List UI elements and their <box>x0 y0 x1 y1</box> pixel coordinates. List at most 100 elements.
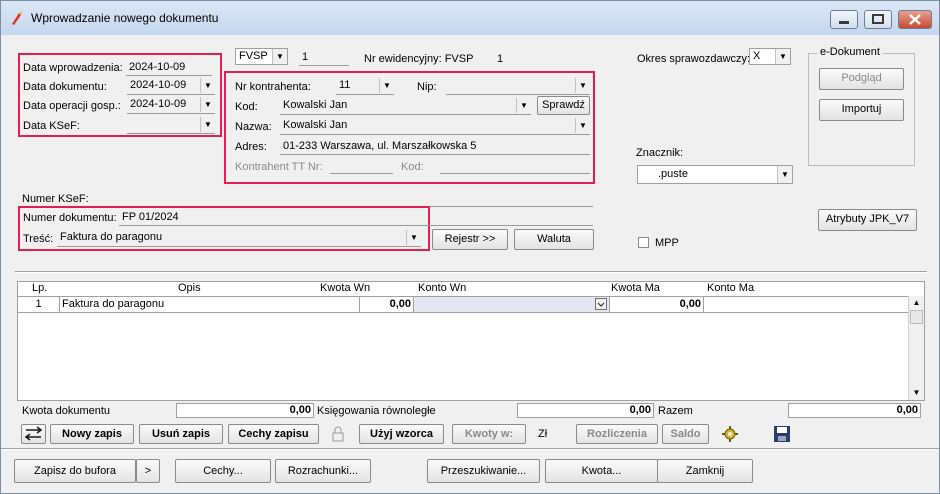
save-icon[interactable] <box>773 425 791 443</box>
edocument-group-label: e-Dokument <box>817 46 883 58</box>
nip-label: Nip: <box>417 81 437 93</box>
features-button[interactable]: Cechy... <box>175 459 271 483</box>
jpk-attributes-button[interactable]: Atrybuty JPK_V7 <box>818 209 917 231</box>
arrows-icon <box>24 426 42 441</box>
ksef-number-label: Numer KSeF: <box>22 193 89 205</box>
new-entry-button[interactable]: Nowy zapis <box>50 424 134 444</box>
marker-select[interactable]: .puste ▼ <box>637 165 793 184</box>
chevron-down-icon[interactable]: ▼ <box>575 78 590 93</box>
kod-value: Kowalski Jan <box>283 99 348 111</box>
use-template-button[interactable]: Użyj wzorca <box>359 424 444 444</box>
minimize-icon <box>839 21 849 24</box>
cell-kwota-ma[interactable]: 0,00 <box>610 297 704 312</box>
marker-label: Znacznik: <box>636 147 684 159</box>
chevron-down-icon[interactable]: ▼ <box>406 230 421 245</box>
content-select[interactable]: Faktura do paragonu ▼ <box>57 230 421 247</box>
title-bar: Wprowadzanie nowego dokumentu <box>1 1 939 35</box>
scroll-up-icon[interactable]: ▲ <box>909 296 924 310</box>
lookup-icon[interactable] <box>595 298 607 310</box>
padlock-icon[interactable] <box>331 426 345 442</box>
contractor-nr-label: Nr kontrahenta: <box>235 81 311 93</box>
kod-select[interactable]: Kowalski Jan ▼ <box>280 98 531 115</box>
chevron-down-icon[interactable]: ▼ <box>775 49 790 64</box>
entry-date-label: Data wprowadzenia: <box>23 62 123 74</box>
name-label: Nazwa: <box>235 121 272 133</box>
kod-label: Kod: <box>235 101 258 113</box>
doc-date-picker[interactable]: 2024-10-09 ▼ <box>127 78 215 95</box>
gear-icon[interactable] <box>721 425 739 443</box>
chevron-down-icon[interactable]: ▼ <box>777 166 792 183</box>
expand-button[interactable] <box>21 424 46 444</box>
balance-button[interactable]: Saldo <box>662 424 709 444</box>
maximize-button[interactable] <box>864 10 892 29</box>
form-body: Data wprowadzenia: 2024-10-09 Data dokum… <box>1 35 939 487</box>
doc-date-value: 2024-10-09 <box>130 79 187 91</box>
col-header-lp: Lp. <box>32 282 48 294</box>
mpp-checkbox[interactable] <box>638 237 649 248</box>
register-button[interactable]: Rejestr >> <box>432 229 508 250</box>
delete-entry-button[interactable]: Usuń zapis <box>139 424 223 444</box>
total-value: 0,00 <box>788 403 921 418</box>
search-button[interactable]: Przeszukiwanie... <box>427 459 540 483</box>
save-buffer-button[interactable]: Zapisz do bufora <box>14 459 136 483</box>
period-label: Okres sprawozdawczy: <box>637 53 751 65</box>
op-date-value: 2024-10-09 <box>130 98 187 110</box>
entry-features-button[interactable]: Cechy zapisu <box>228 424 319 444</box>
parallel-label: Księgowania równoległe <box>317 405 436 417</box>
chevron-down-icon[interactable]: ▼ <box>272 49 287 64</box>
contractor-nr-select[interactable]: 11 ▼ <box>336 78 394 95</box>
currency-button[interactable]: Waluta <box>514 229 594 250</box>
name-select[interactable]: Kowalski Jan ▼ <box>280 118 590 135</box>
entry-date-field[interactable]: 2024-10-09 <box>126 59 212 76</box>
cell-konto-wn[interactable] <box>414 297 610 312</box>
period-value: X <box>753 50 761 62</box>
marker-value: .puste <box>658 168 688 180</box>
op-date-picker[interactable]: 2024-10-09 ▼ <box>127 97 215 114</box>
series-number-field[interactable]: 1 <box>299 49 349 66</box>
doc-amount-label: Kwota dokumentu <box>22 405 111 417</box>
doc-number-field[interactable]: FP 01/2024 <box>119 209 593 226</box>
check-contractor-button[interactable]: Sprawdź <box>537 96 590 115</box>
nip-select[interactable]: ▼ <box>446 78 590 95</box>
period-select[interactable]: X ▼ <box>749 48 791 65</box>
preview-button[interactable]: Podgląd <box>819 68 904 90</box>
cell-konto-ma[interactable] <box>704 297 908 312</box>
scroll-down-icon[interactable]: ▼ <box>909 386 924 400</box>
tt-label: Kontrahent TT Nr: <box>235 161 323 173</box>
receivables-button[interactable]: Rozrachunki... <box>275 459 371 483</box>
cell-opis[interactable]: Faktura do paragonu <box>60 297 360 312</box>
ewid-number: 1 <box>497 53 504 65</box>
amount-button[interactable]: Kwota... <box>545 459 658 483</box>
contractor-nr-value: 11 <box>339 79 351 91</box>
amounts-in-button[interactable]: Kwoty w: <box>452 424 526 444</box>
cell-kwota-wn[interactable]: 0,00 <box>360 297 414 312</box>
settlements-button[interactable]: Rozliczenia <box>576 424 658 444</box>
chevron-down-icon[interactable]: ▼ <box>516 98 531 113</box>
chevron-down-icon[interactable]: ▼ <box>379 78 394 93</box>
ksef-number-field[interactable] <box>97 190 593 207</box>
table-row[interactable]: 1 Faktura do paragonu 0,00 0,00 <box>18 296 908 313</box>
series-type-select[interactable]: FVSP ▼ <box>235 48 288 65</box>
import-button[interactable]: Importuj <box>819 99 904 121</box>
grid-scrollbar[interactable]: ▲ ▼ <box>908 296 924 400</box>
chevron-down-icon[interactable]: ▼ <box>200 78 215 93</box>
close-icon <box>909 14 921 25</box>
col-header-kwota-ma: Kwota Ma <box>611 282 660 294</box>
close-button[interactable]: Zamknij <box>657 459 753 483</box>
tt-kod-label: Kod: <box>401 161 424 173</box>
scroll-thumb[interactable] <box>910 310 923 324</box>
total-label: Razem <box>658 405 693 417</box>
tt-kod-field[interactable] <box>440 157 590 174</box>
tt-field[interactable] <box>330 157 393 174</box>
doc-number-label: Numer dokumentu: <box>23 212 117 224</box>
chevron-down-icon[interactable]: ▼ <box>200 117 215 132</box>
address-field[interactable]: 01-233 Warszawa, ul. Marszałkowska 5 <box>280 138 590 155</box>
mpp-label: MPP <box>655 237 679 249</box>
ksef-date-picker[interactable]: ▼ <box>127 117 215 134</box>
chevron-down-icon[interactable]: ▼ <box>200 97 215 112</box>
op-date-label: Data operacji gosp.: <box>23 100 121 112</box>
close-window-button[interactable] <box>898 10 932 29</box>
chevron-down-icon[interactable]: ▼ <box>575 118 590 133</box>
minimize-button[interactable] <box>830 10 858 29</box>
more-options-button[interactable]: > <box>136 459 160 483</box>
